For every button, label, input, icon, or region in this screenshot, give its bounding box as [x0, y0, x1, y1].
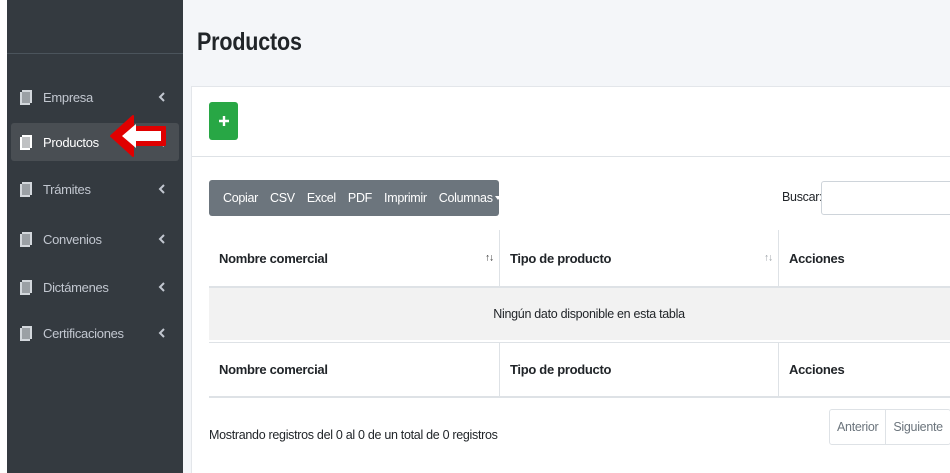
- sidebar-item-empresa[interactable]: Empresa: [11, 78, 179, 116]
- file-icon: [20, 181, 32, 197]
- file-icon: [20, 231, 32, 247]
- page-title: Productos: [197, 28, 302, 56]
- sidebar-item-certificaciones[interactable]: Certificaciones: [11, 314, 179, 352]
- empty-table-message: Ningún dato disponible en esta tabla: [209, 286, 950, 340]
- csv-button[interactable]: CSV: [264, 191, 301, 205]
- chevron-left-icon: [158, 282, 165, 292]
- file-icon: [20, 134, 32, 150]
- sort-icon: ↑↓: [485, 252, 494, 264]
- pdf-button[interactable]: PDF: [342, 191, 378, 205]
- table-footer-row: Nombre comercial Tipo de producto Accion…: [209, 342, 950, 398]
- main-content: Productos Copiar CSV Excel PDF Imprimir …: [183, 0, 950, 473]
- columns-dropdown-button[interactable]: Columnas: [433, 191, 507, 205]
- sidebar-item-tramites[interactable]: Trámites: [11, 170, 179, 208]
- column-header-label: Tipo de producto: [510, 250, 612, 266]
- chevron-left-icon: [158, 92, 165, 102]
- chevron-left-icon: [158, 234, 165, 244]
- export-button-group: Copiar CSV Excel PDF Imprimir Columnas: [209, 180, 501, 216]
- left-edge: [0, 0, 7, 473]
- column-header-label: Nombre comercial: [219, 250, 328, 266]
- file-icon: [20, 279, 32, 295]
- sidebar-item-dictamenes[interactable]: Dictámenes: [11, 268, 179, 306]
- caret-down-icon: [494, 196, 501, 200]
- sidebar-brand: [7, 0, 183, 54]
- column-header-tipo-de-producto[interactable]: Tipo de producto ↑↓: [499, 230, 778, 286]
- products-card: Copiar CSV Excel PDF Imprimir Columnas B…: [191, 86, 950, 473]
- column-header-nombre-comercial[interactable]: Nombre comercial ↑↓: [209, 230, 499, 286]
- chevron-left-icon: [158, 328, 165, 338]
- next-page-button[interactable]: Siguiente: [885, 410, 949, 444]
- print-button[interactable]: Imprimir: [378, 191, 433, 205]
- column-footer-nombre-comercial: Nombre comercial: [219, 362, 328, 377]
- column-header-label: Acciones: [789, 250, 845, 266]
- column-header-acciones[interactable]: Acciones ↑↓: [778, 230, 950, 286]
- sidebar-item-convenios[interactable]: Convenios: [11, 220, 179, 258]
- sort-icon: ↑↓: [764, 252, 773, 264]
- add-product-button[interactable]: [209, 102, 238, 140]
- excel-button[interactable]: Excel: [301, 191, 342, 205]
- file-icon: [20, 325, 32, 341]
- plus-icon: [218, 116, 229, 126]
- card-header: [192, 87, 950, 157]
- sidebar: Empresa Productos Trámites Convenios Dic…: [7, 0, 183, 473]
- file-icon: [20, 89, 32, 105]
- columns-label: Columnas: [438, 191, 493, 205]
- search-input[interactable]: [821, 181, 950, 215]
- column-footer-acciones: Acciones: [778, 343, 950, 396]
- chevron-left-icon: [158, 184, 165, 194]
- previous-page-button[interactable]: Anterior: [830, 410, 885, 444]
- search-label: Buscar:: [782, 190, 823, 204]
- copy-button[interactable]: Copiar: [217, 191, 264, 205]
- pagination: Anterior Siguiente: [829, 409, 950, 445]
- table-info: Mostrando registros del 0 al 0 de un tot…: [209, 428, 498, 442]
- annotation-arrow-icon: [110, 115, 166, 157]
- table-header-row: Nombre comercial ↑↓ Tipo de producto ↑↓ …: [209, 230, 950, 286]
- column-footer-tipo-de-producto: Tipo de producto: [499, 343, 778, 396]
